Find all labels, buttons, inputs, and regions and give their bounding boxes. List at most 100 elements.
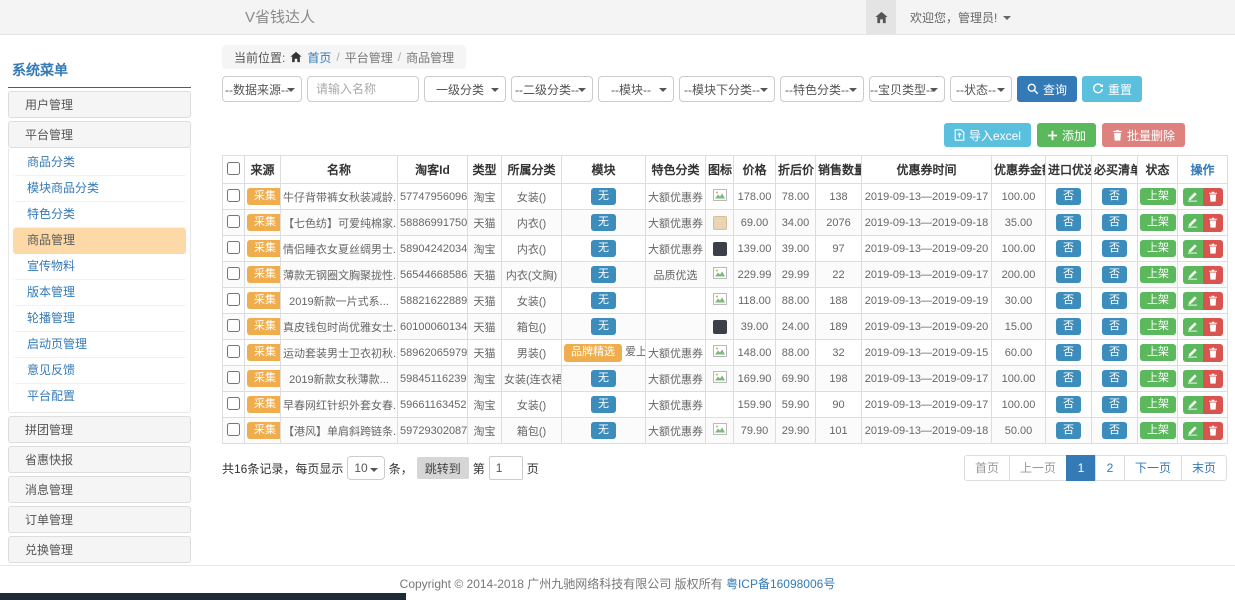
edit-button[interactable] [1183, 266, 1203, 284]
sidebar-item[interactable]: 平台配置 [13, 384, 186, 410]
status-toggle[interactable]: 上架 [1140, 318, 1176, 335]
sidebar-group[interactable]: 用户管理 [8, 91, 191, 118]
module-badge[interactable]: 无 [591, 318, 616, 335]
pager-item[interactable]: 首页 [964, 455, 1010, 481]
delete-button[interactable] [1203, 292, 1223, 310]
jump-button[interactable]: 跳转到 [417, 457, 469, 479]
sidebar-item[interactable]: 意见反馈 [13, 358, 186, 384]
select-all-checkbox[interactable] [227, 162, 240, 175]
level1-category-select[interactable]: 一级分类 [424, 76, 506, 102]
delete-button[interactable] [1203, 266, 1223, 284]
must-buy-toggle[interactable]: 否 [1102, 188, 1127, 205]
edit-button[interactable] [1183, 188, 1203, 206]
sidebar-item[interactable]: 版本管理 [13, 280, 186, 306]
sidebar-group[interactable]: 订单管理 [8, 506, 191, 533]
must-buy-toggle[interactable]: 否 [1102, 292, 1127, 309]
data-source-select[interactable]: --数据来源-- [222, 76, 302, 102]
pager-item[interactable]: 末页 [1181, 455, 1227, 481]
edit-button[interactable] [1183, 370, 1203, 388]
row-checkbox[interactable] [227, 397, 240, 410]
delete-button[interactable] [1203, 240, 1223, 258]
sidebar-item[interactable]: 启动页管理 [13, 332, 186, 358]
edit-button[interactable] [1183, 396, 1203, 414]
row-checkbox[interactable] [227, 189, 240, 202]
sidebar-item[interactable]: 特色分类 [13, 202, 186, 228]
status-toggle[interactable]: 上架 [1140, 240, 1176, 257]
imported-toggle[interactable]: 否 [1056, 370, 1081, 387]
must-buy-toggle[interactable]: 否 [1102, 370, 1127, 387]
batch-delete-button[interactable]: 批量删除 [1102, 123, 1185, 147]
edit-button[interactable] [1183, 344, 1203, 362]
module-badge[interactable]: 无 [591, 292, 616, 309]
sidebar-group[interactable]: 拼团管理 [8, 416, 191, 443]
row-checkbox[interactable] [227, 319, 240, 332]
sidebar-group[interactable]: 省惠快报 [8, 446, 191, 473]
must-buy-toggle[interactable]: 否 [1102, 214, 1127, 231]
imported-toggle[interactable]: 否 [1056, 240, 1081, 257]
sidebar-group[interactable]: 兑换管理 [8, 536, 191, 563]
module-badge[interactable]: 无 [591, 370, 616, 387]
must-buy-toggle[interactable]: 否 [1102, 318, 1127, 335]
pager-item[interactable]: 1 [1066, 455, 1096, 481]
icp-link[interactable]: 粤ICP备16098006号 [726, 575, 835, 592]
add-button[interactable]: 添加 [1037, 123, 1096, 147]
row-checkbox[interactable] [227, 241, 240, 254]
imported-toggle[interactable]: 否 [1056, 344, 1081, 361]
sidebar-item[interactable]: 轮播管理 [13, 306, 186, 332]
level2-category-select[interactable]: --二级分类-- [511, 76, 593, 102]
module-badge[interactable]: 无 [591, 396, 616, 413]
delete-button[interactable] [1203, 188, 1223, 206]
imported-toggle[interactable]: 否 [1056, 266, 1081, 283]
must-buy-toggle[interactable]: 否 [1102, 266, 1127, 283]
delete-button[interactable] [1203, 422, 1223, 440]
item-type-select[interactable]: --宝贝类型-- [869, 76, 945, 102]
module-sub-category-select[interactable]: --模块下分类-- [679, 76, 775, 102]
edit-button[interactable] [1183, 318, 1203, 336]
imported-toggle[interactable]: 否 [1056, 188, 1081, 205]
home-button[interactable] [866, 0, 896, 35]
imported-toggle[interactable]: 否 [1056, 214, 1081, 231]
status-toggle[interactable]: 上架 [1140, 214, 1176, 231]
edit-button[interactable] [1183, 240, 1203, 258]
delete-button[interactable] [1203, 344, 1223, 362]
row-checkbox[interactable] [227, 215, 240, 228]
pager-item[interactable]: 上一页 [1009, 455, 1067, 481]
status-toggle[interactable]: 上架 [1140, 396, 1176, 413]
search-button[interactable]: 查询 [1017, 76, 1077, 102]
imported-toggle[interactable]: 否 [1056, 318, 1081, 335]
row-checkbox[interactable] [227, 345, 240, 358]
user-menu[interactable]: 欢迎您，管理员! [896, 0, 1025, 35]
module-badge[interactable]: 无 [591, 422, 616, 439]
page-number-input[interactable] [489, 456, 523, 480]
delete-button[interactable] [1203, 370, 1223, 388]
must-buy-toggle[interactable]: 否 [1102, 396, 1127, 413]
row-checkbox[interactable] [227, 371, 240, 384]
per-page-select[interactable]: 10 [347, 456, 384, 480]
row-checkbox[interactable] [227, 293, 240, 306]
delete-button[interactable] [1203, 396, 1223, 414]
breadcrumb-link-home[interactable]: 首页 [307, 49, 331, 66]
module-select[interactable]: --模块-- [598, 76, 674, 102]
sidebar-group[interactable]: 平台管理 [8, 121, 191, 148]
sidebar-item[interactable]: 商品管理 [13, 228, 186, 254]
row-checkbox[interactable] [227, 423, 240, 436]
edit-button[interactable] [1183, 292, 1203, 310]
sidebar-group[interactable]: 消息管理 [8, 476, 191, 503]
feature-category-select[interactable]: --特色分类-- [780, 76, 864, 102]
sidebar-item[interactable]: 模块商品分类 [13, 176, 186, 202]
imported-toggle[interactable]: 否 [1056, 422, 1081, 439]
reset-button[interactable]: 重置 [1082, 76, 1142, 102]
sidebar-item[interactable]: 商品分类 [13, 150, 186, 176]
edit-button[interactable] [1183, 214, 1203, 232]
pager-item[interactable]: 2 [1095, 455, 1125, 481]
status-toggle[interactable]: 上架 [1140, 292, 1176, 309]
import-excel-button[interactable]: 导入excel [944, 123, 1031, 147]
status-toggle[interactable]: 上架 [1140, 266, 1176, 283]
must-buy-toggle[interactable]: 否 [1102, 422, 1127, 439]
delete-button[interactable] [1203, 318, 1223, 336]
delete-button[interactable] [1203, 214, 1223, 232]
status-toggle[interactable]: 上架 [1140, 188, 1176, 205]
module-badge[interactable]: 品牌精选 [564, 344, 622, 361]
edit-button[interactable] [1183, 422, 1203, 440]
must-buy-toggle[interactable]: 否 [1102, 344, 1127, 361]
